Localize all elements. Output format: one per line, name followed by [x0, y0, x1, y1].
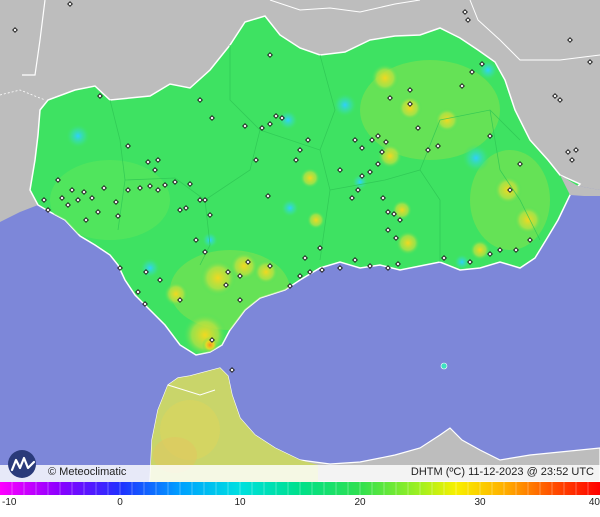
scale-tick-label: 20: [354, 497, 366, 508]
scale-tick-label: 30: [474, 497, 486, 508]
scale-tick-label: 0: [117, 497, 123, 508]
meteoclimatic-logo-icon: [8, 450, 36, 478]
map-title: DHTM (ºC) 11-12-2023 @ 23:52 UTC: [410, 466, 594, 478]
temperature-map: [0, 0, 600, 482]
scale-labels: -10 0 10 20 30 40: [0, 497, 600, 511]
scale-tick-label: 40: [588, 497, 600, 508]
scale-tick-label: -10: [2, 497, 17, 508]
scale-tick-label: 10: [234, 497, 246, 508]
alboran-island: [440, 362, 448, 370]
credit-text: © Meteoclimatic: [48, 466, 127, 478]
color-scale-bar: [0, 482, 600, 495]
map-stage: © Meteoclimatic DHTM (ºC) 11-12-2023 @ 2…: [0, 0, 600, 517]
